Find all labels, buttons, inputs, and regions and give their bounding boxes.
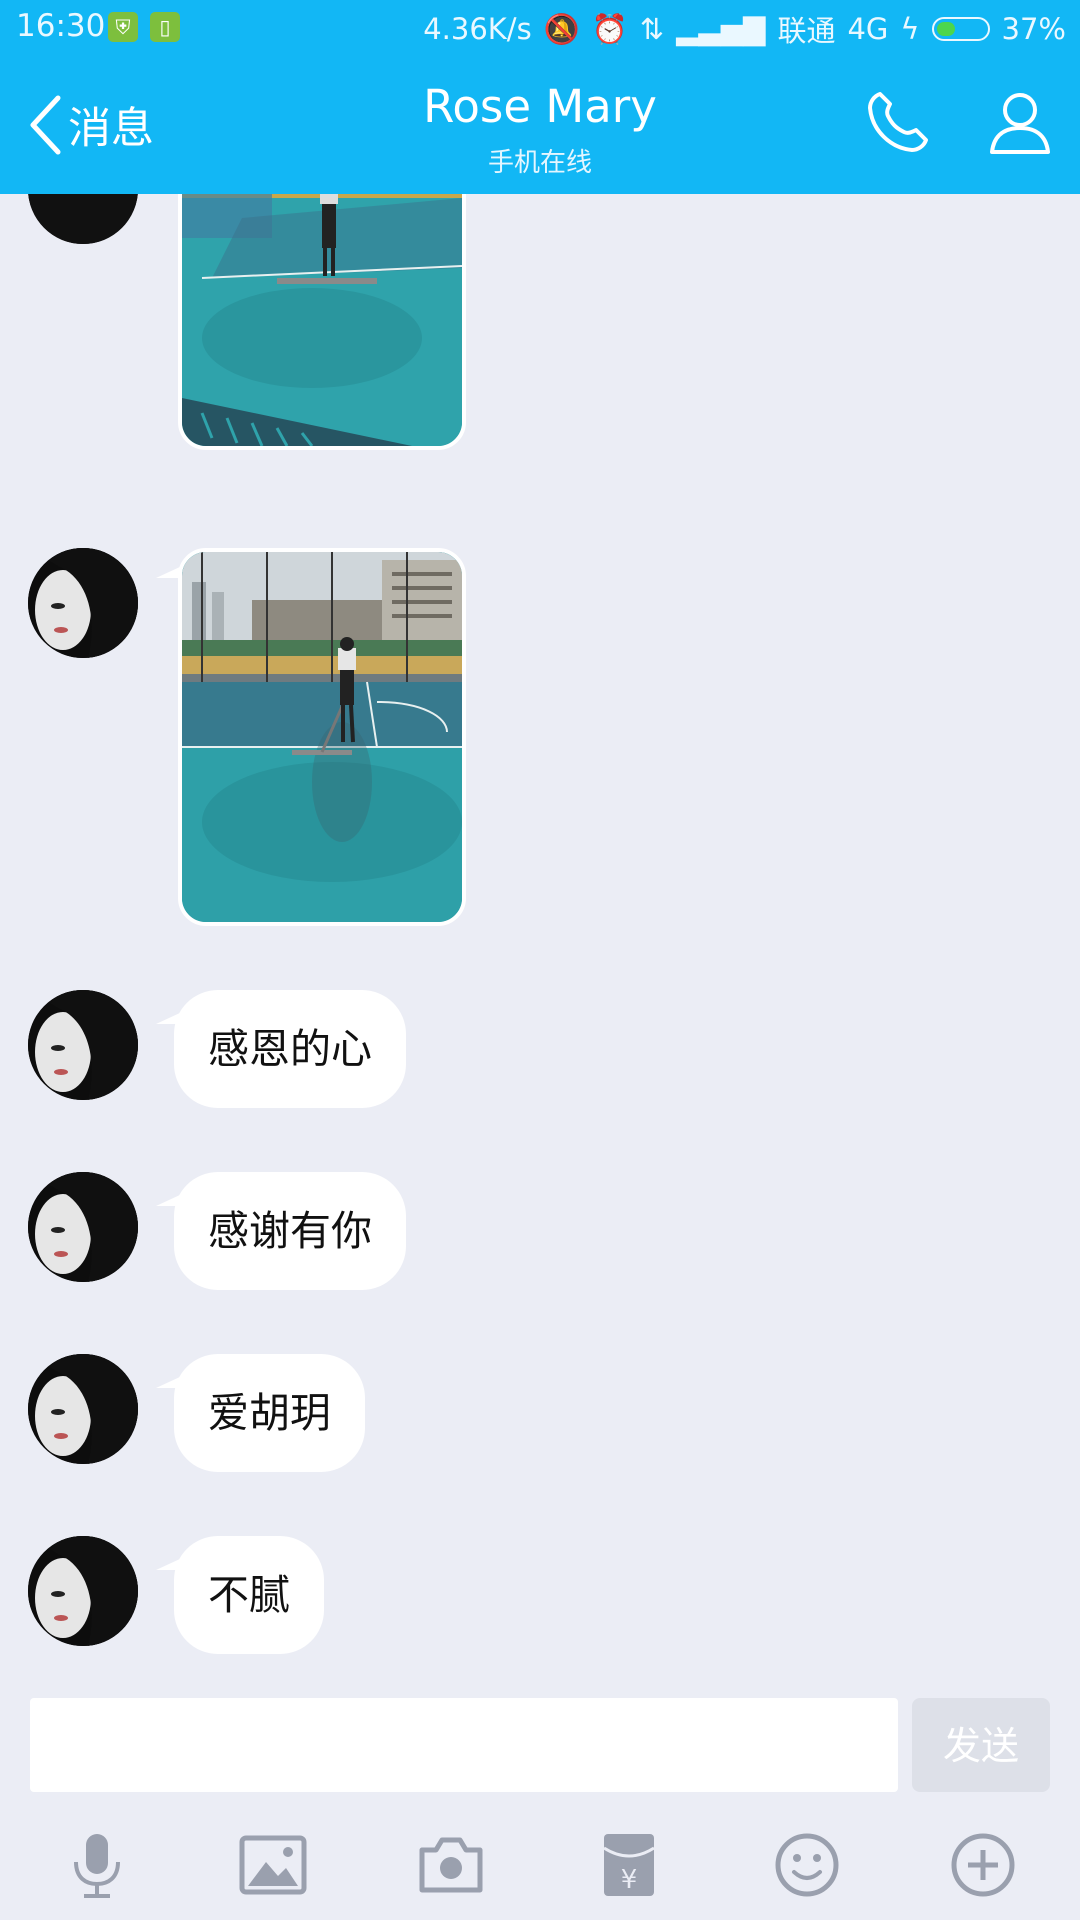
message-input[interactable]	[30, 1698, 898, 1792]
battery-percent: 37%	[1001, 12, 1066, 46]
avatar[interactable]	[28, 1354, 138, 1464]
avatar[interactable]	[28, 548, 138, 658]
message-list[interactable]: 感恩的心 感谢有你 爱胡玥 不腻	[0, 194, 1080, 1684]
network-type: 4G	[847, 12, 889, 46]
photo-basketball-court	[182, 194, 462, 446]
person-icon	[990, 93, 1050, 154]
avatar[interactable]	[28, 1536, 138, 1646]
battery-level	[936, 22, 955, 36]
phone-icon	[868, 92, 928, 152]
avatar[interactable]	[28, 194, 138, 244]
emoji-icon[interactable]	[772, 1830, 842, 1900]
carrier-name: 联通	[777, 14, 836, 48]
image-icon[interactable]	[238, 1830, 308, 1900]
image-message[interactable]	[178, 548, 466, 926]
send-button[interactable]: 发送	[912, 1698, 1050, 1792]
network-speed: 4.36K/s	[423, 12, 532, 46]
message-bubble[interactable]: 不腻	[174, 1536, 324, 1654]
call-button[interactable]	[862, 86, 934, 162]
alarm-icon: ⏰	[591, 11, 628, 46]
photo-basketball-court	[182, 552, 462, 922]
chat-header: 消息 Rose Mary 手机在线	[0, 56, 1080, 194]
input-toolbar: ¥	[0, 1800, 1080, 1920]
red-packet-icon[interactable]: ¥	[594, 1830, 664, 1900]
avatar[interactable]	[28, 1172, 138, 1282]
message-bubble[interactable]: 感恩的心	[174, 990, 406, 1108]
mute-icon: 🔕	[543, 11, 580, 46]
signal-icon: ▂▃▅▇	[676, 12, 766, 46]
svg-text:¥: ¥	[621, 1865, 638, 1895]
status-bar: 16:30 ⛨ ▯ 4.36K/s 🔕 ⏰ ⇅ ▂▃▅▇ 联通 4G ϟ 37%	[0, 0, 1080, 56]
profile-button[interactable]	[984, 86, 1056, 162]
avatar[interactable]	[28, 990, 138, 1100]
status-time: 16:30	[16, 8, 106, 44]
message-bubble[interactable]: 爱胡玥	[174, 1354, 365, 1472]
app-notification-icon: ▯	[150, 12, 180, 42]
image-message[interactable]	[178, 194, 466, 450]
battery-icon	[931, 17, 990, 41]
compose-bar: 发送	[0, 1684, 1080, 1800]
microphone-icon[interactable]	[62, 1830, 132, 1900]
message-bubble[interactable]: 感谢有你	[174, 1172, 406, 1290]
charging-icon: ϟ	[900, 12, 920, 46]
data-transfer-icon: ⇅	[639, 12, 665, 46]
camera-icon[interactable]	[416, 1830, 486, 1900]
shield-icon: ⛨	[108, 12, 138, 42]
plus-icon[interactable]	[948, 1830, 1018, 1900]
